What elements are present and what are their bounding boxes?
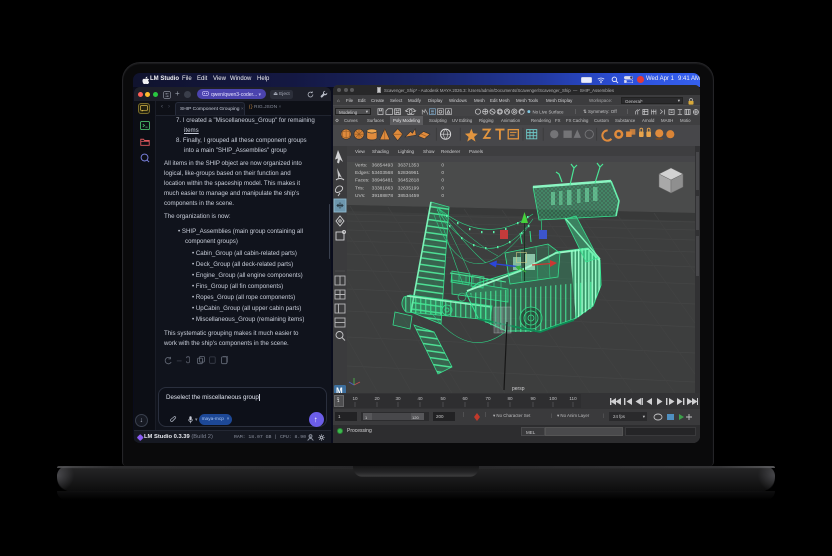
svg-text:110: 110 [569, 396, 577, 401]
svg-text:38534459: 38534459 [398, 193, 420, 199]
svg-text:0: 0 [441, 178, 444, 184]
svg-text:persp: persp [512, 386, 525, 392]
svg-text:32635199: 32635199 [398, 185, 420, 191]
svg-text:90: 90 [530, 396, 536, 401]
svg-text:36854493: 36854493 [372, 163, 394, 169]
svg-text:100: 100 [549, 396, 557, 401]
svg-text:0: 0 [441, 193, 444, 199]
svg-text:33381863: 33381863 [372, 185, 394, 191]
svg-text:52836961: 52836961 [398, 170, 420, 176]
svg-text:0: 0 [337, 396, 340, 401]
svg-text:UVs:: UVs: [355, 193, 365, 199]
svg-text:39188878: 39188878 [372, 193, 394, 199]
svg-text:70: 70 [485, 396, 491, 401]
svg-text:36452818: 36452818 [398, 178, 420, 184]
svg-text:Tris:: Tris: [355, 185, 364, 191]
svg-text:60: 60 [462, 396, 468, 401]
svg-text:Verts:: Verts: [355, 163, 367, 169]
svg-text:0: 0 [441, 185, 444, 191]
svg-text:Faces:: Faces: [355, 178, 369, 184]
svg-text:36371353: 36371353 [398, 163, 420, 169]
svg-text:38946481: 38946481 [372, 178, 394, 184]
svg-text:0: 0 [441, 170, 444, 176]
svg-text:Edges:: Edges: [355, 170, 370, 176]
svg-text:50: 50 [440, 396, 446, 401]
svg-text:40: 40 [417, 396, 423, 401]
svg-text:53403568: 53403568 [372, 170, 394, 176]
svg-text:80: 80 [507, 396, 513, 401]
svg-text:20: 20 [374, 396, 380, 401]
svg-text:No Live Surface: No Live Surface [533, 109, 565, 114]
svg-text:0: 0 [441, 163, 444, 169]
svg-text:10: 10 [352, 396, 358, 401]
svg-text:30: 30 [395, 396, 401, 401]
